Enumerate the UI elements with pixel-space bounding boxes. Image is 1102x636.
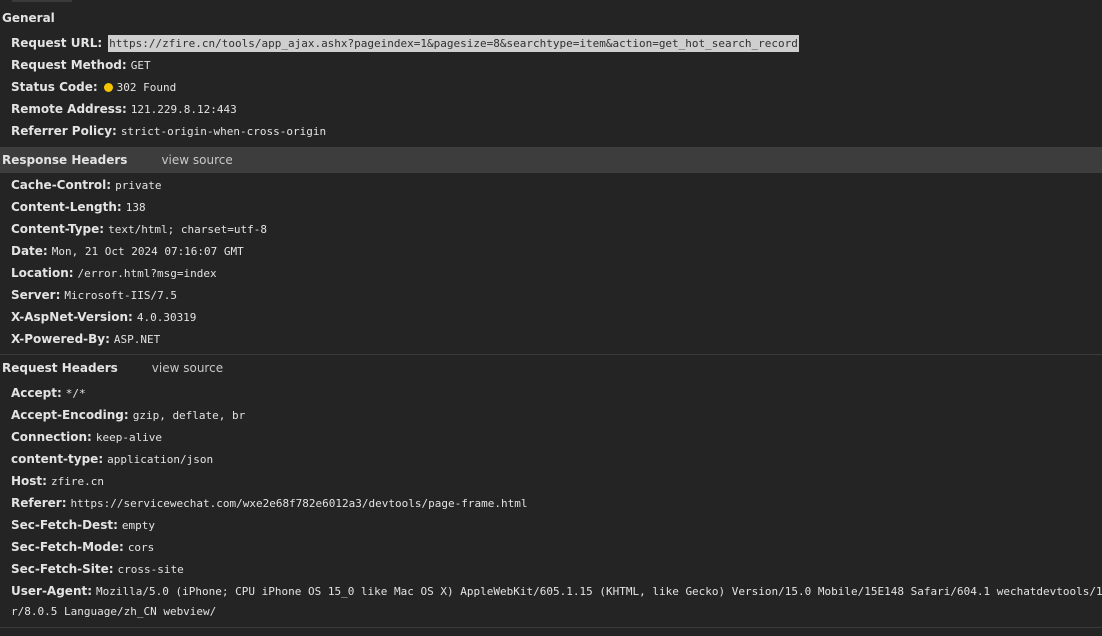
response-header-value[interactable]: private xyxy=(115,179,161,192)
response-headers-title: Response Headers xyxy=(2,153,128,167)
response-header-key: Cache-Control: xyxy=(11,178,112,192)
request-header-key: Accept-Encoding: xyxy=(11,408,129,422)
request-header-key: Sec-Fetch-Dest: xyxy=(11,518,118,532)
user-agent-value[interactable]: Mozilla/5.0 (iPhone; CPU iPhone OS 15_0 … xyxy=(96,585,1102,598)
request-header-value[interactable]: */* xyxy=(66,387,86,400)
request-header-value[interactable]: gzip, deflate, br xyxy=(133,409,246,422)
request-header-value[interactable]: empty xyxy=(122,519,155,532)
request-header-value[interactable]: cors xyxy=(128,541,155,554)
request-method-row: Request Method: GET xyxy=(11,54,151,76)
request-url-key: Request URL: xyxy=(11,36,103,50)
response-header-key: Date: xyxy=(11,244,48,258)
remote-address-row: Remote Address: 121.229.8.12:443 xyxy=(11,98,237,120)
response-header-value[interactable]: Microsoft-IIS/7.5 xyxy=(64,289,177,302)
response-header-row: Cache-Control: private xyxy=(11,174,161,196)
request-header-row: Sec-Fetch-Site: cross-site xyxy=(11,558,184,580)
status-dot-icon xyxy=(103,83,113,92)
request-header-value[interactable]: cross-site xyxy=(118,563,184,576)
request-header-key: Sec-Fetch-Mode: xyxy=(11,540,124,554)
request-header-row: content-type: application/json xyxy=(11,448,213,470)
response-header-row: X-AspNet-Version: 4.0.30319 xyxy=(11,306,196,328)
response-headers-section-header[interactable]: Response Headers view source xyxy=(0,147,1102,173)
referrer-policy-key: Referrer Policy: xyxy=(11,124,117,138)
request-header-key: Host: xyxy=(11,474,47,488)
response-header-value[interactable]: Mon, 21 Oct 2024 07:16:07 GMT xyxy=(52,245,244,258)
response-header-row: X-Powered-By: ASP.NET xyxy=(11,328,160,350)
request-header-value[interactable]: zfire.cn xyxy=(51,475,104,488)
request-header-key: content-type: xyxy=(11,452,104,466)
response-header-key: X-AspNet-Version: xyxy=(11,310,133,324)
response-header-value[interactable]: 4.0.30319 xyxy=(137,311,197,324)
response-header-key: X-Powered-By: xyxy=(11,332,110,346)
user-agent-value-continued[interactable]: r/8.0.5 Language/zh_CN webview/ xyxy=(11,601,216,623)
general-title: General xyxy=(2,11,55,25)
request-header-row: Accept-Encoding: gzip, deflate, br xyxy=(11,404,245,426)
request-url-value[interactable]: https://zfire.cn/tools/app_ajax.ashx?pag… xyxy=(108,35,799,52)
response-header-value[interactable]: ASP.NET xyxy=(114,333,160,346)
referrer-policy-row: Referrer Policy: strict-origin-when-cross… xyxy=(11,120,326,142)
user-agent-key: User-Agent: xyxy=(11,584,93,598)
request-header-row: Referer: https://servicewechat.com/wxe2e6… xyxy=(11,492,527,514)
bottom-divider xyxy=(0,627,1102,628)
general-section-header[interactable]: General xyxy=(0,5,1102,31)
referrer-policy-value[interactable]: strict-origin-when-cross-origin xyxy=(121,125,326,138)
status-code-row: Status Code: 302 Found xyxy=(11,76,176,98)
response-header-row: Content-Length: 138 xyxy=(11,196,146,218)
request-header-value[interactable]: https://servicewechat.com/wxe2e68f782e60… xyxy=(71,497,528,510)
request-header-value[interactable]: keep-alive xyxy=(96,431,162,444)
response-header-row: Content-Type: text/html; charset=utf-8 xyxy=(11,218,267,240)
request-header-key: Connection: xyxy=(11,430,92,444)
request-headers-section-header[interactable]: Request Headers view source xyxy=(0,355,1102,381)
request-header-row: Accept: */* xyxy=(11,382,86,404)
remote-address-value[interactable]: 121.229.8.12:443 xyxy=(131,103,237,116)
response-header-key: Content-Length: xyxy=(11,200,122,214)
response-header-key: Location: xyxy=(11,266,74,280)
status-code-key: Status Code: xyxy=(11,80,98,94)
request-method-key: Request Method: xyxy=(11,58,127,72)
request-header-row: Sec-Fetch-Mode: cors xyxy=(11,536,154,558)
request-header-value[interactable]: application/json xyxy=(107,453,213,466)
response-header-row: Location: /error.html?msg=index xyxy=(11,262,217,284)
request-method-value[interactable]: GET xyxy=(131,59,151,72)
user-agent-row: User-Agent: Mozilla/5.0 (iPhone; CPU iPho… xyxy=(11,580,1102,603)
request-header-row: Sec-Fetch-Dest: empty xyxy=(11,514,155,536)
request-header-row: Connection: keep-alive xyxy=(11,426,162,448)
response-header-value[interactable]: 138 xyxy=(126,201,146,214)
status-code-value[interactable]: 302 Found xyxy=(117,81,177,94)
remote-address-key: Remote Address: xyxy=(11,102,127,116)
request-headers-title: Request Headers xyxy=(2,361,118,375)
response-header-key: Content-Type: xyxy=(11,222,105,236)
top-tab-indicator xyxy=(12,0,72,2)
request-url-row: Request URL: https://zfire.cn/tools/app_a… xyxy=(11,32,799,54)
response-header-row: Date: Mon, 21 Oct 2024 07:16:07 GMT xyxy=(11,240,244,262)
response-header-row: Server: Microsoft-IIS/7.5 xyxy=(11,284,177,306)
response-header-value[interactable]: text/html; charset=utf-8 xyxy=(108,223,267,236)
response-header-key: Server: xyxy=(11,288,61,302)
request-header-key: Referer: xyxy=(11,496,67,510)
request-header-key: Accept: xyxy=(11,386,62,400)
request-header-row: Host: zfire.cn xyxy=(11,470,104,492)
request-header-key: Sec-Fetch-Site: xyxy=(11,562,114,576)
response-view-source-link[interactable]: view source xyxy=(161,153,232,167)
request-view-source-link[interactable]: view source xyxy=(152,361,223,375)
response-header-value[interactable]: /error.html?msg=index xyxy=(78,267,217,280)
